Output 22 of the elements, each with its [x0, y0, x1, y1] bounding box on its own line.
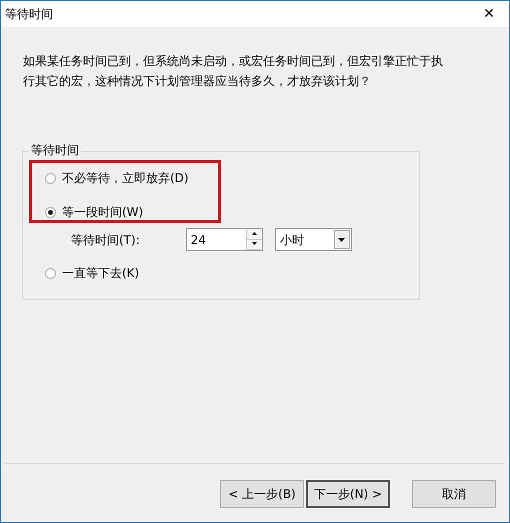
dialog-button[interactable]: 下一步(N) > — [306, 480, 390, 508]
radio-label[interactable]: 等一段时间(W) — [62, 203, 144, 221]
close-button[interactable]: ✕ — [469, 1, 509, 27]
group-title: 等待时间 — [29, 143, 81, 157]
down-arrow-icon — [252, 242, 257, 246]
dropdown-button[interactable] — [334, 230, 350, 249]
dialog-button[interactable]: 取消 — [412, 480, 496, 508]
spin-down-button[interactable] — [246, 240, 262, 250]
wait-time-label: 等待时间(T): — [71, 232, 140, 248]
radio-button[interactable] — [45, 172, 56, 184]
radio-button[interactable] — [45, 268, 56, 278]
unit-dropdown[interactable]: 小时 — [274, 228, 352, 251]
caret-icon — [338, 238, 346, 242]
window-title: 等待时间 — [5, 6, 53, 23]
radio-label[interactable]: 一直等下去(K) — [62, 264, 140, 282]
number-field[interactable]: 24 — [186, 228, 246, 251]
radio-label[interactable]: 不必等待，立即放弃(D) — [62, 169, 189, 187]
description-text: 如果某任务时间已到，但系统尚未启动，或宏任务时间已到，但宏引擎正忙于执行其它的宏，这种情况下计划管理器应当待多久，才放弃该计划？ — [23, 53, 444, 90]
up-arrow-icon — [252, 232, 257, 235]
dialog-button[interactable]: < 上一步(B) — [220, 480, 304, 508]
spin-up-button[interactable] — [246, 229, 262, 240]
radio-button[interactable] — [45, 206, 56, 218]
